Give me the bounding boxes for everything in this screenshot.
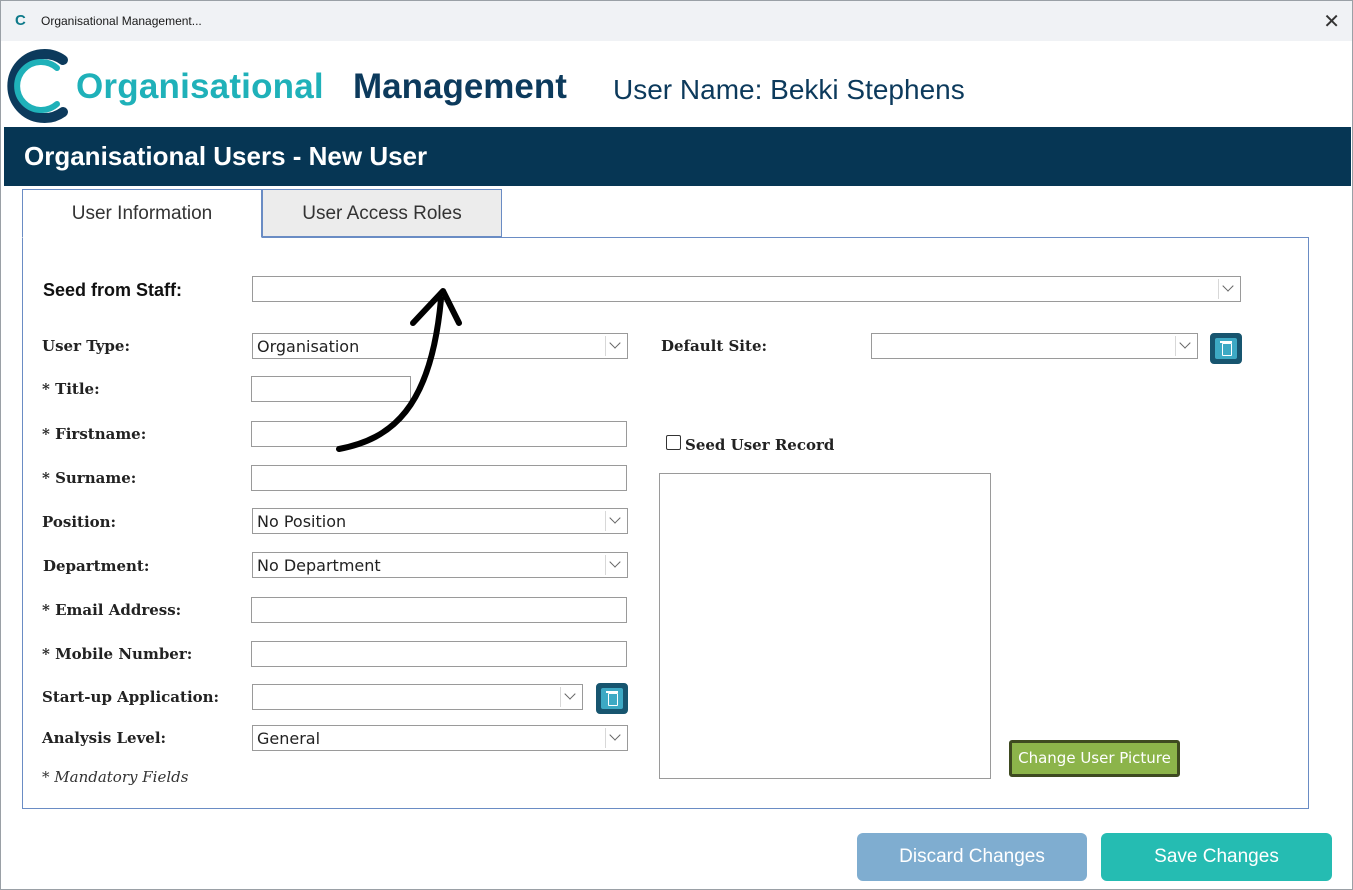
chevron-down-icon[interactable] <box>605 336 625 356</box>
startup-application-select[interactable] <box>252 684 583 710</box>
department-select[interactable]: No Department <box>252 552 628 578</box>
analysis-level-select[interactable]: General <box>252 725 628 751</box>
seed-user-record-checkbox[interactable] <box>666 435 681 450</box>
firstname-label: * Firstname: <box>42 425 147 443</box>
window-title: Organisational Management... <box>41 14 202 28</box>
email-label: * Email Address: <box>42 601 182 619</box>
chevron-down-icon[interactable] <box>605 728 625 748</box>
surname-label: * Surname: <box>42 469 137 487</box>
analysis-level-value: General <box>257 729 321 748</box>
chevron-down-icon[interactable] <box>560 687 580 707</box>
close-icon[interactable]: ✕ <box>1323 9 1340 33</box>
tab-user-access-roles[interactable]: User Access Roles <box>262 189 502 237</box>
chevron-down-icon[interactable] <box>605 511 625 531</box>
brand-name-part1: Organisational <box>76 67 324 106</box>
user-name-label: User Name: Bekki Stephens <box>613 74 965 105</box>
clear-trash-icon <box>1215 338 1237 359</box>
user-type-label: User Type: <box>42 337 130 355</box>
chevron-down-icon[interactable] <box>1218 279 1238 299</box>
app-logo-icon: C <box>15 12 26 29</box>
department-value: No Department <box>257 556 381 575</box>
app-header: Organisational Management User Name: Bek… <box>1 41 1352 127</box>
default-site-select[interactable] <box>871 333 1198 359</box>
brand-logo-icon <box>7 49 68 123</box>
tab-user-information[interactable]: User Information <box>22 189 262 238</box>
app-window: C Organisational Management... ✕ Organis… <box>0 0 1353 890</box>
email-input[interactable] <box>251 597 627 623</box>
clear-trash-icon <box>601 688 623 709</box>
analysis-level-label: Analysis Level: <box>42 729 167 747</box>
mobile-input[interactable] <box>251 641 627 667</box>
save-changes-button[interactable]: Save Changes <box>1101 833 1332 881</box>
department-label: Department: <box>43 557 150 575</box>
chevron-down-icon[interactable] <box>1175 336 1195 356</box>
surname-input[interactable] <box>251 465 627 491</box>
chevron-down-icon[interactable] <box>605 555 625 575</box>
position-value: No Position <box>257 512 347 531</box>
change-user-picture-button[interactable]: Change User Picture <box>1009 740 1180 777</box>
clear-default-site-button[interactable] <box>1210 333 1242 364</box>
title-label: * Title: <box>42 380 100 398</box>
position-select[interactable]: No Position <box>252 508 628 534</box>
discard-changes-button[interactable]: Discard Changes <box>857 833 1087 881</box>
seed-from-staff-label: Seed from Staff: <box>43 280 183 300</box>
default-site-label: Default Site: <box>661 337 768 355</box>
clear-startup-application-button[interactable] <box>596 683 628 714</box>
title-bar: C Organisational Management... ✕ <box>1 1 1352 41</box>
seed-user-record-label: Seed User Record <box>685 436 835 454</box>
page-title: Organisational Users - New User <box>24 141 428 171</box>
startup-application-label: Start-up Application: <box>42 688 220 706</box>
user-picture-box <box>659 473 991 779</box>
annotation-arrow-icon <box>336 288 462 452</box>
mobile-label: * Mobile Number: <box>42 645 193 663</box>
page-title-banner: Organisational Users - New User <box>4 127 1351 186</box>
position-label: Position: <box>42 513 117 531</box>
mandatory-fields-note: * Mandatory Fields <box>42 768 189 786</box>
brand-name-part2: Management <box>353 67 567 106</box>
